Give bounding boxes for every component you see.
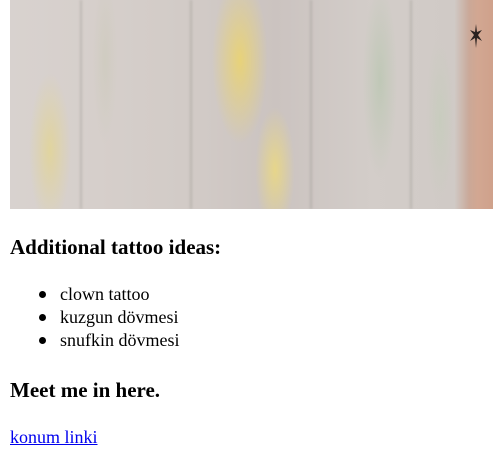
bullet-icon (39, 314, 46, 321)
list-item-label: kuzgun dövmesi (60, 307, 179, 327)
list-item-label: clown tattoo (60, 284, 150, 304)
tattoo-photo (10, 0, 493, 209)
meet-heading: Meet me in here. (10, 378, 161, 402)
list-item: snufkin dövmesi (39, 329, 180, 352)
fabric-fold (310, 0, 312, 209)
page: Additional tattoo ideas: clown tattoo ku… (0, 0, 493, 459)
ideas-list: clown tattoo kuzgun dövmesi snufkin dövm… (0, 283, 180, 352)
tattoo-ink-icon (470, 24, 482, 48)
location-link[interactable]: konum linki (10, 426, 98, 448)
bullet-icon (39, 291, 46, 298)
fabric-fold (80, 0, 82, 209)
ideas-heading: Additional tattoo ideas: (10, 235, 222, 259)
list-item-label: snufkin dövmesi (60, 330, 180, 350)
bullet-icon (39, 337, 46, 344)
fabric-fold (410, 0, 412, 209)
list-item: kuzgun dövmesi (39, 306, 180, 329)
fabric-fold (190, 0, 192, 209)
list-item: clown tattoo (39, 283, 180, 306)
